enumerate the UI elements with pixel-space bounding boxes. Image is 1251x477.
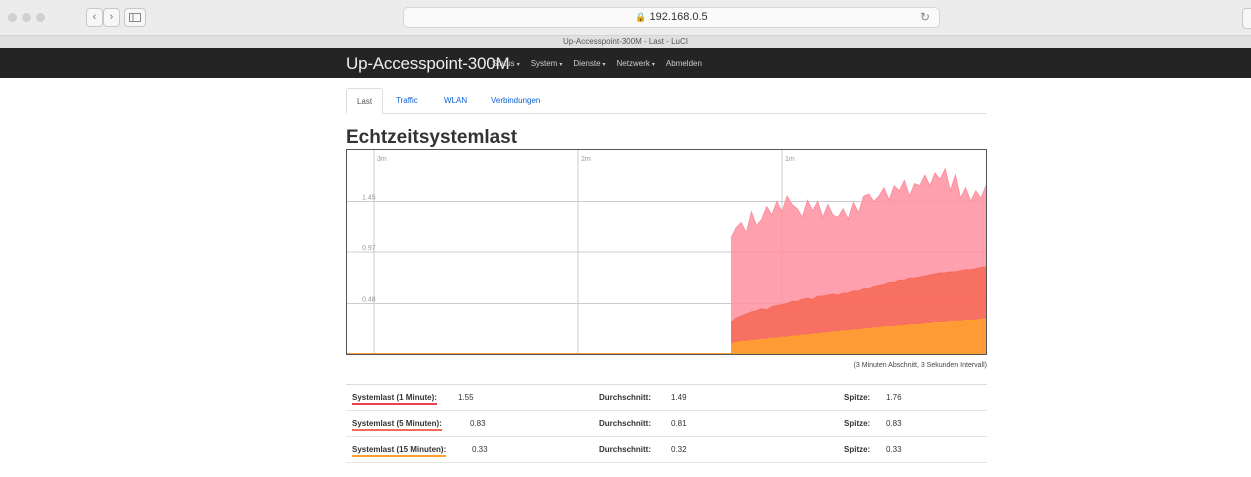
- minimize-window-button[interactable]: [22, 13, 31, 22]
- forward-icon: ›: [109, 11, 114, 23]
- menu-status-label: Status: [492, 59, 515, 68]
- address-bar[interactable]: 🔒 192.168.0.5 ↻: [403, 7, 940, 28]
- series-color-line: [352, 403, 437, 405]
- x-tick-label: 3m: [377, 156, 387, 163]
- load-graph: 3m 2m 1m 1.45 0.97 0.48: [346, 149, 987, 355]
- y-tick-label: 1.45: [362, 195, 376, 202]
- x-tick-label: 2m: [581, 156, 591, 163]
- back-icon: ‹: [92, 11, 97, 23]
- avg-label: Durchschnitt:: [599, 419, 651, 428]
- stat-label-text: Systemlast (1 Minute):: [352, 393, 437, 402]
- page-title: Echtzeitsystemlast: [346, 127, 518, 148]
- zoom-window-button[interactable]: [36, 13, 45, 22]
- caret-down-icon: ▾: [559, 62, 563, 68]
- caret-down-icon: ▾: [602, 62, 606, 68]
- tab-wlan[interactable]: WLAN: [444, 88, 467, 113]
- share-button[interactable]: [1242, 8, 1251, 29]
- tab-bar: Last Traffic WLAN Verbindungen: [346, 88, 986, 114]
- menu-netzwerk[interactable]: Netzwerk ▾: [617, 59, 655, 68]
- graph-caption: (3 Minuten Abschnitt, 3 Sekunden Interva…: [853, 362, 987, 369]
- stat-value: 1.55: [458, 393, 474, 402]
- caret-down-icon: ▾: [651, 62, 655, 68]
- avg-value: 0.32: [671, 445, 687, 454]
- x-tick-label: 1m: [785, 156, 795, 163]
- reload-icon[interactable]: ↻: [920, 10, 930, 24]
- sidebar-button[interactable]: [124, 8, 146, 27]
- sidebar-icon: [129, 13, 141, 22]
- load-graph-svg: 3m 2m 1m 1.45 0.97 0.48: [347, 150, 986, 354]
- top-navbar: Up-Accesspoint-300M Status ▾ System ▾ Dien…: [0, 48, 1251, 78]
- stat-label-text: Systemlast (15 Minuten):: [352, 445, 447, 454]
- caret-down-icon: ▾: [516, 62, 520, 68]
- stats-row: Systemlast (1 Minute): 1.55 Durchschnitt…: [346, 385, 987, 411]
- series-color-line: [352, 429, 442, 431]
- back-button[interactable]: ‹: [86, 8, 103, 27]
- avg-label: Durchschnitt:: [599, 393, 651, 402]
- stat-label: Systemlast (5 Minuten):: [352, 419, 442, 431]
- series-color-line: [352, 455, 447, 457]
- stats-row: Systemlast (15 Minuten): 0.33 Durchschni…: [346, 437, 987, 463]
- stat-label: Systemlast (1 Minute):: [352, 393, 437, 405]
- stat-value: 0.83: [470, 419, 486, 428]
- peak-value: 1.76: [886, 393, 902, 402]
- browser-toolbar: ‹ › 🔒 192.168.0.5 ↻: [0, 0, 1251, 36]
- avg-label: Durchschnitt:: [599, 445, 651, 454]
- y-tick-label: 0.97: [362, 245, 376, 252]
- brand-link[interactable]: Up-Accesspoint-300M: [346, 54, 510, 74]
- menu-abmelden[interactable]: Abmelden: [666, 59, 702, 68]
- peak-label: Spitze:: [844, 445, 871, 454]
- menu-dienste-label: Dienste: [573, 59, 601, 68]
- forward-button[interactable]: ›: [103, 8, 120, 27]
- menu-status[interactable]: Status ▾: [492, 59, 520, 68]
- menu-netzwerk-label: Netzwerk: [616, 59, 650, 68]
- menu-system-label: System: [530, 59, 558, 68]
- y-tick-label: 0.48: [362, 297, 376, 304]
- menu-dienste[interactable]: Dienste ▾: [573, 59, 605, 68]
- avg-value: 0.81: [671, 419, 687, 428]
- peak-label: Spitze:: [844, 419, 871, 428]
- stat-label-text: Systemlast (5 Minuten):: [352, 419, 442, 428]
- lock-icon: 🔒: [635, 12, 647, 22]
- url-text: 192.168.0.5: [649, 11, 708, 23]
- stat-value: 0.33: [472, 445, 488, 454]
- avg-value: 1.49: [671, 393, 687, 402]
- main-menu: Status ▾ System ▾ Dienste ▾ Netzwerk ▾ Abmel…: [492, 59, 702, 68]
- close-window-button[interactable]: [8, 13, 17, 22]
- stats-row: Systemlast (5 Minuten): 0.83 Durchschnit…: [346, 411, 987, 437]
- stat-label: Systemlast (15 Minuten):: [352, 445, 447, 457]
- peak-value: 0.33: [886, 445, 902, 454]
- tab-title: Up-Accesspoint-300M - Last - LuCI: [0, 36, 1251, 48]
- tab-verbindungen[interactable]: Verbindungen: [491, 88, 540, 113]
- tab-traffic[interactable]: Traffic: [396, 88, 418, 113]
- tab-last[interactable]: Last: [346, 88, 383, 114]
- peak-value: 0.83: [886, 419, 902, 428]
- menu-system[interactable]: System ▾: [531, 59, 563, 68]
- stats-table: Systemlast (1 Minute): 1.55 Durchschnitt…: [346, 384, 987, 463]
- peak-label: Spitze:: [844, 393, 871, 402]
